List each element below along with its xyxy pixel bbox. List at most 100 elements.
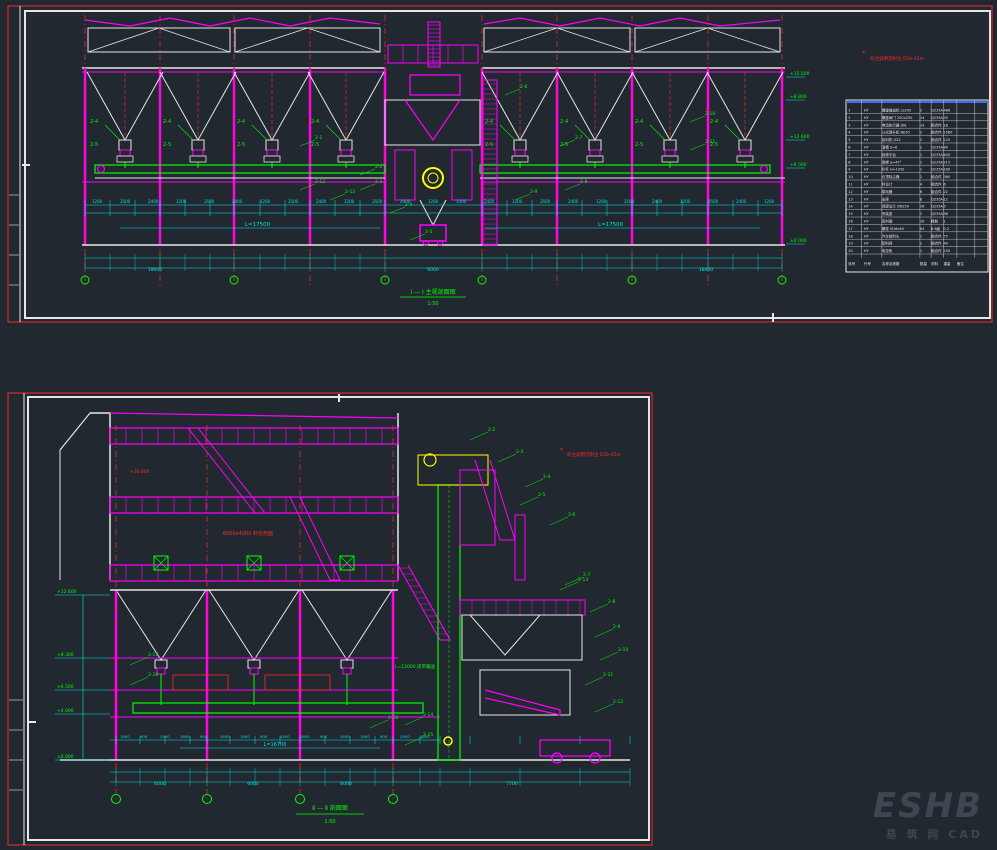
central-cone (404, 99, 461, 142)
roof-truss-brace (483, 27, 558, 53)
chute-left (394, 149, 416, 201)
overall-dim: 18000 (148, 267, 162, 273)
leader-line (359, 168, 376, 176)
table-cell: 8 (848, 160, 850, 164)
part-label: 2-12 (613, 699, 623, 705)
table-cell: HY (864, 168, 870, 172)
site-watermark: ESHB 易 筑 网 CAD (873, 786, 983, 842)
table-cell: Q235A (931, 109, 943, 113)
red-note: 标注说明见附注 D2b-45m (567, 451, 621, 458)
table-cell: 2 (920, 242, 922, 246)
part-label: 2-11 (603, 672, 613, 678)
table-cell: 组合件 (931, 122, 942, 127)
table-cell: Q235A (931, 153, 943, 157)
dim-text: 1800 (180, 734, 190, 739)
leader-line (564, 183, 581, 191)
leader-line (497, 453, 517, 463)
table-cell: 给料机 GZ2 (882, 137, 901, 142)
part-label: 2-2 (375, 164, 382, 170)
table-cell: 2 (920, 175, 922, 179)
watermark-subtitle: 易 筑 网 CAD (885, 828, 983, 841)
leader-line (514, 193, 531, 201)
table-cell: HY (864, 220, 870, 224)
dim-text: 1200 (176, 199, 187, 204)
table-cell: 10 (848, 175, 852, 179)
table-header-cell: 数量 (920, 261, 928, 266)
dim-text: 3500 (456, 199, 467, 204)
table-cell: 40 (943, 242, 947, 246)
boot-pulley (443, 736, 453, 746)
dim-text: 1200 (680, 199, 691, 204)
table-cell: 2 (920, 146, 922, 150)
elevation-mark: +12.600 (57, 589, 77, 595)
leader-line (504, 88, 521, 96)
dim-text: 2400 (316, 199, 327, 204)
table-cell: 9 (848, 168, 850, 172)
loading-truck (539, 739, 611, 757)
elevation-mark: +12.600 (790, 134, 810, 140)
section-title: Ⅱ — Ⅱ 剖面图 (312, 804, 348, 812)
railing-right (264, 674, 331, 691)
leader-line (359, 183, 376, 191)
part-label: 2-14 (423, 712, 433, 718)
table-cell: 螺旋闸门 250x250 (882, 115, 913, 120)
part-label: 2-2 (488, 427, 495, 433)
part-label: 2-5 (560, 142, 568, 148)
table-cell: 6 (848, 146, 850, 150)
dim-text: 3500 (624, 199, 635, 204)
part-label: 2-16 (388, 715, 398, 721)
cad-drawing-canvas[interactable]: 2-4 2-5 2-4 2-5 2-4 2-5 2-4 2-5 2-4 2-5 2-4 2-5 2-4 2… (0, 0, 997, 850)
leader-line (389, 206, 406, 214)
dim-text: 3500 (120, 199, 131, 204)
table-cell: 22 (943, 190, 947, 194)
part-label: 2-3 (375, 179, 382, 185)
part-label: 2-8 (580, 179, 587, 185)
silo-hopper-cone (115, 589, 207, 661)
elevation-mark: +6.500 (57, 684, 74, 690)
overall-dim: 18000 (699, 267, 713, 273)
table-cell: 吊装梁 (882, 211, 893, 216)
screw-conveyor (132, 702, 424, 714)
dim-text: 3500 (288, 199, 299, 204)
dim-text: 1800 (360, 734, 370, 739)
conveyor-end-left (96, 164, 106, 174)
table-cell: HY (864, 160, 870, 164)
dim-text: 1200 (344, 199, 355, 204)
valve-flange (661, 155, 679, 163)
silo-wall-left (90, 412, 111, 580)
part-label: 2-4 (710, 119, 718, 125)
external-stair (397, 564, 451, 641)
hopper-outlet (738, 139, 752, 151)
table-cell: 1 (943, 220, 945, 224)
elevation-mark: +4.000 (57, 708, 74, 714)
leader-line (369, 719, 389, 729)
table-cell: Q235A (931, 160, 943, 164)
table-cell: 溜槽 δ=6 (882, 145, 897, 150)
table-cell: Q235A (931, 197, 943, 201)
table-cell: 1 (920, 212, 922, 216)
table-cell: 1560 (943, 131, 952, 135)
part-label: 2-13 (578, 577, 588, 583)
table-cell: 组合件 (931, 189, 942, 194)
table-cell: 0.2 (943, 227, 949, 231)
table-cell: 16 (920, 220, 924, 224)
roof-truss-brace (634, 27, 708, 53)
leader-line (524, 478, 544, 488)
vertical-pipe (514, 514, 526, 581)
table-cell: 12 (943, 197, 947, 201)
leader-line (589, 603, 609, 613)
gate-valve (342, 667, 352, 675)
silo-label: 6000x4000 料仓剖面 (223, 530, 273, 537)
valve-flange (337, 155, 355, 163)
part-label: 2-4 (635, 119, 643, 125)
table-cell: 8 (920, 197, 922, 201)
part-label: 2-5 (485, 142, 493, 148)
table-cell: 组合件 (931, 248, 942, 253)
sheet-2: 6000x4000 料仓剖面 +16.800 1800 900 2400 1800 900 2… (7, 392, 653, 846)
hopper-outlet (154, 659, 168, 669)
dim-text: 1200 (428, 199, 439, 204)
table-cell: 180 (943, 168, 950, 172)
part-label: 2-4 (163, 119, 171, 125)
roof-truss-frame (634, 27, 781, 53)
leader-line (689, 143, 706, 151)
